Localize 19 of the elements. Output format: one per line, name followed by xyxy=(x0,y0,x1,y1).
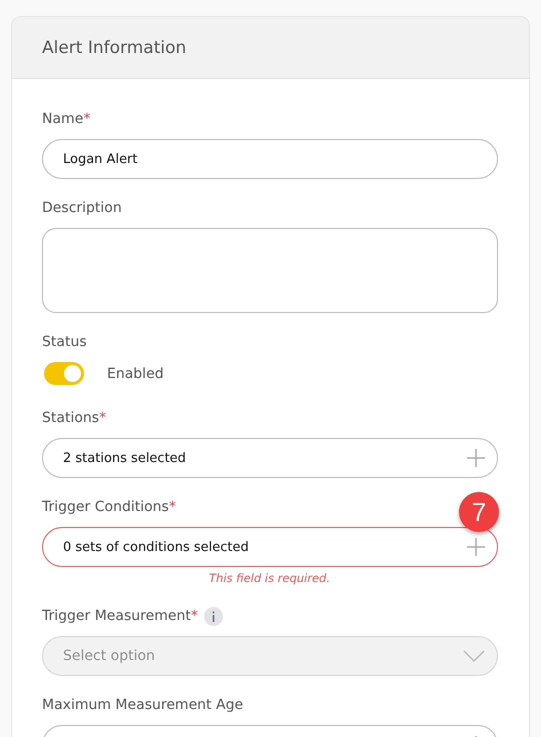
field-label: Status xyxy=(42,334,87,350)
count-badge: 7 xyxy=(459,492,499,532)
field-label: Maximum Measurement Age xyxy=(42,697,244,713)
field-label: Description xyxy=(42,200,122,216)
field-label: Trigger Conditions* xyxy=(42,499,176,515)
field-label: Name* xyxy=(42,111,90,127)
plus-icon xyxy=(467,538,485,556)
plus-icon xyxy=(467,449,485,467)
picker-field[interactable]: 0 sets of conditions selected xyxy=(42,527,498,567)
status-toggle[interactable] xyxy=(44,362,84,385)
name-input[interactable]: Logan Alert xyxy=(42,139,498,179)
toggle-state-label: Enabled xyxy=(107,366,164,382)
chevron-down-icon xyxy=(463,650,485,662)
card-title: Alert Information xyxy=(42,38,186,58)
field-label: Stations* xyxy=(42,410,106,426)
error-message: This field is required. xyxy=(209,571,331,587)
picker-field[interactable]: 2 stations selected xyxy=(42,438,498,478)
field-label: Trigger Measurement* xyxy=(42,608,198,624)
description-textarea[interactable] xyxy=(42,228,498,313)
